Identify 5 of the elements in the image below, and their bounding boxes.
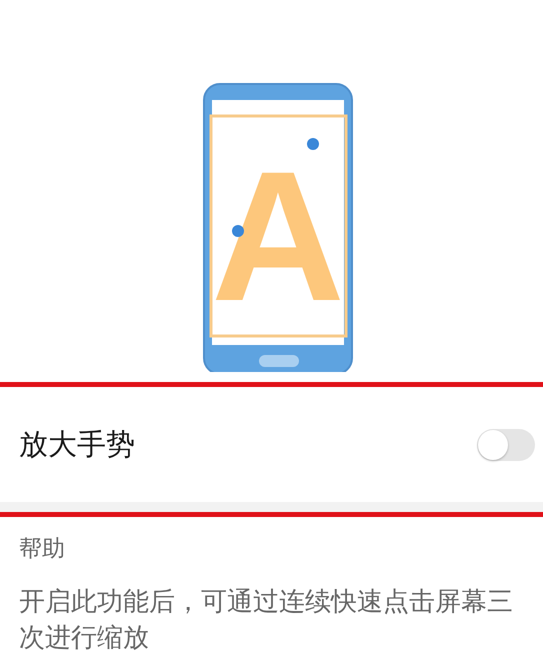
help-title: 帮助 [18, 535, 66, 564]
setting-label: 放大手势 [19, 426, 135, 462]
phone-illustration: A [0, 0, 543, 372]
toggle-switch[interactable] [477, 428, 535, 460]
help-text: 开启此功能后，可通过连续快速点击屏幕三次进行缩放 [18, 586, 514, 655]
